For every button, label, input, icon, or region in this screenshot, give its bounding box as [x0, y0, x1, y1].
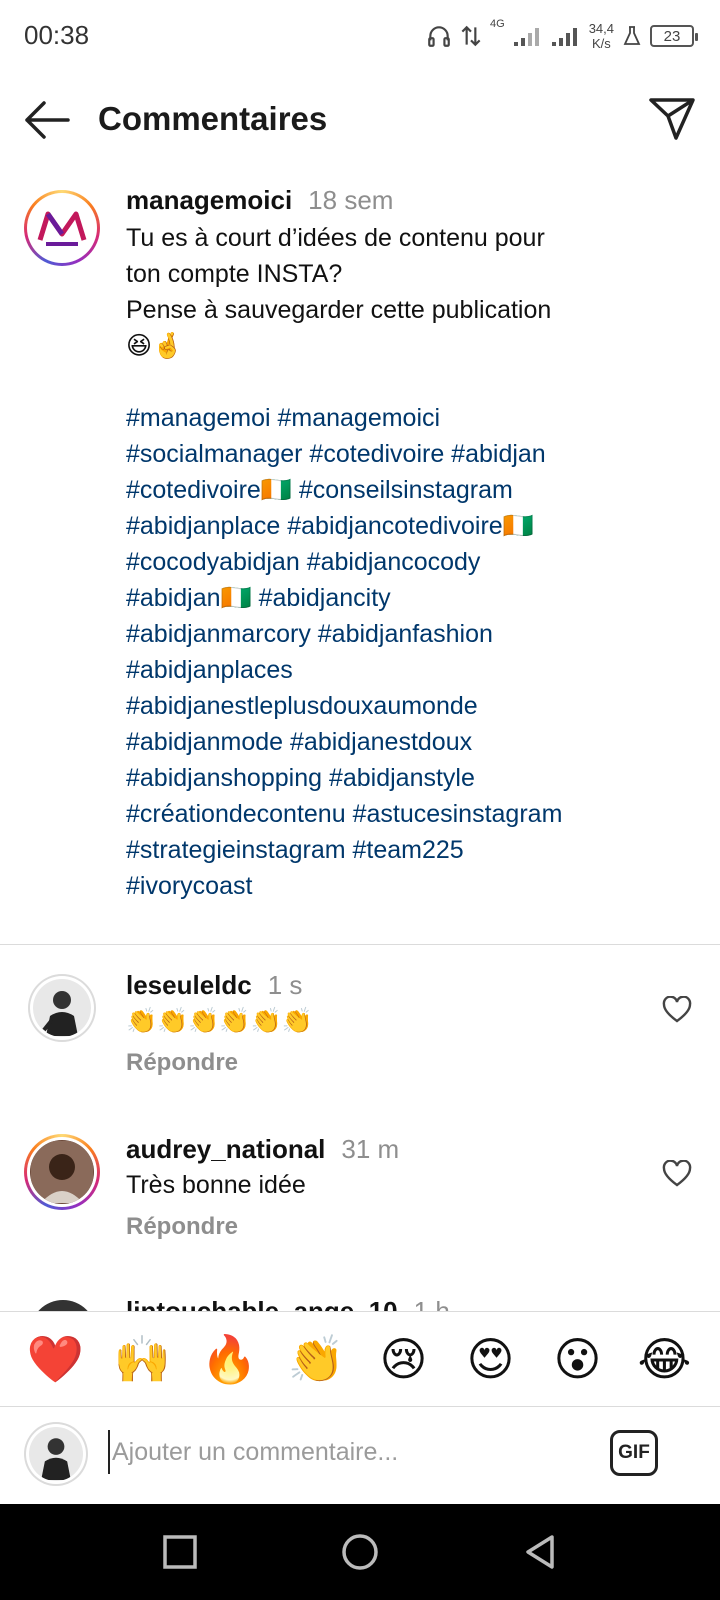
caption-body: managemoici 18 sem Tu es à court d’idées …	[126, 185, 646, 904]
caption-divider	[0, 944, 720, 945]
hashtag-line[interactable]: #ivorycoast	[126, 868, 646, 904]
comment-username[interactable]: leseuleldc	[126, 970, 252, 1000]
status-icons: 4G 34,4 K/s 23	[426, 18, 698, 54]
data-transfer-icon	[461, 25, 481, 47]
hashtag-block: #managemoi #managemoici #socialmanager #…	[126, 400, 646, 904]
managemoi-logo	[37, 211, 87, 246]
page-title: Commentaires	[98, 100, 328, 137]
caption-line: ton compte INSTA?	[126, 260, 343, 288]
emoji-raised-hands-button[interactable]: 🙌	[107, 1332, 179, 1387]
person-photo	[31, 1141, 93, 1203]
heart-icon[interactable]	[662, 996, 692, 1024]
signal-icon-2	[551, 28, 577, 46]
comment-time: 1 s	[267, 970, 303, 1000]
emoji-fire-button[interactable]: 🔥	[194, 1332, 266, 1387]
comment-item: audrey_national 31 m Très bonne idée Répo…	[0, 1134, 720, 1274]
gif-button[interactable]: GIF	[610, 1430, 658, 1476]
hashtag-line[interactable]: #créationdecontenu #astucesinstagram	[126, 796, 646, 832]
emoji-surprised-button[interactable]: 😮	[542, 1332, 614, 1386]
recents-icon[interactable]	[160, 1532, 200, 1572]
status-bar: 00:38 4G 34,4 K/s 23	[0, 0, 720, 72]
avatar[interactable]	[24, 190, 100, 266]
hashtag-line[interactable]: #cocodyabidjan #abidjancocody	[126, 544, 646, 580]
comment-time: 31 m	[341, 1134, 400, 1164]
avatar[interactable]	[28, 974, 96, 1042]
hashtag-line[interactable]: #abidjanestleplusdouxaumonde	[126, 688, 646, 724]
avatar[interactable]	[24, 1134, 100, 1210]
heart-icon[interactable]	[662, 1160, 692, 1188]
arrow-left-icon[interactable]	[22, 98, 72, 142]
comment-text: Très bonne idée	[126, 1171, 306, 1199]
comment-body: leseuleldc 1 s 👏👏👏👏👏👏 Répondre	[126, 970, 313, 1077]
emoji-heart-eyes-button[interactable]: 😍	[455, 1332, 527, 1386]
flask-icon	[623, 26, 641, 45]
reply-button[interactable]: Répondre	[126, 1049, 313, 1077]
person-photo	[42, 991, 78, 1036]
headphones-icon	[428, 26, 450, 47]
back-triangle-icon[interactable]	[520, 1532, 560, 1572]
emoji-clap-button[interactable]: 👏	[281, 1332, 353, 1387]
signal-icon	[513, 28, 539, 46]
hashtag-line[interactable]: #managemoi #managemoici	[126, 400, 646, 436]
hashtag-line[interactable]: #cotedivoire🇨🇮 #conseilsinstagram	[126, 472, 646, 508]
emoji-laughing-button[interactable]: 😂	[629, 1332, 701, 1386]
emoji-crying-button[interactable]: 😢	[368, 1332, 440, 1386]
network-speed: 34,4 K/s	[588, 21, 614, 51]
hashtag-line[interactable]: #abidjanmarcory #abidjanfashion	[126, 616, 646, 652]
comment-body: audrey_national 31 m Très bonne idée Répo…	[126, 1134, 399, 1241]
caption-time: 18 sem	[308, 185, 394, 215]
hashtag-line[interactable]: #abidjanmode #abidjanestdoux	[126, 724, 646, 760]
hashtag-line[interactable]: #abidjanplaces	[126, 652, 646, 688]
home-icon[interactable]	[340, 1532, 380, 1572]
paper-plane-icon[interactable]	[648, 96, 696, 142]
caption-line: Tu es à court d’idées de contenu pour	[126, 224, 545, 252]
avatar	[24, 1422, 88, 1486]
network-type: 4G	[490, 18, 505, 30]
comment-username[interactable]: audrey_national	[126, 1134, 325, 1164]
comment-input[interactable]	[108, 1430, 568, 1474]
caption-username[interactable]: managemoici	[126, 185, 292, 215]
comment-item: leseuleldc 1 s 👏👏👏👏👏👏 Répondre	[0, 970, 720, 1110]
header: Commentaires	[0, 80, 720, 160]
emoji-heart-button[interactable]: ❤️	[20, 1332, 92, 1387]
comment-text: 👏👏👏👏👏👏	[126, 1006, 313, 1035]
hashtag-line[interactable]: #strategieinstagram #team225	[126, 832, 646, 868]
system-nav-bar	[0, 1504, 720, 1600]
caption-line: Pense à sauvegarder cette publication	[126, 296, 552, 324]
reply-button[interactable]: Répondre	[126, 1213, 399, 1241]
battery-icon: 23	[650, 25, 698, 47]
person-photo	[41, 1438, 71, 1480]
hashtag-line[interactable]: #abidjan🇨🇮 #abidjancity	[126, 580, 646, 616]
caption-emoji-line: 😆🤞	[126, 331, 184, 360]
comment-composer: GIF	[0, 1408, 720, 1504]
status-time: 00:38	[24, 20, 90, 50]
hashtag-line[interactable]: #socialmanager #cotedivoire #abidjan	[126, 436, 646, 472]
hashtag-line[interactable]: #abidjanplace #abidjancotedivoire🇨🇮	[126, 508, 646, 544]
hashtag-line[interactable]: #abidjanshopping #abidjanstyle	[126, 760, 646, 796]
quick-emoji-bar: ❤️ 🙌 🔥 👏 😢 😍 😮 😂	[0, 1311, 720, 1407]
